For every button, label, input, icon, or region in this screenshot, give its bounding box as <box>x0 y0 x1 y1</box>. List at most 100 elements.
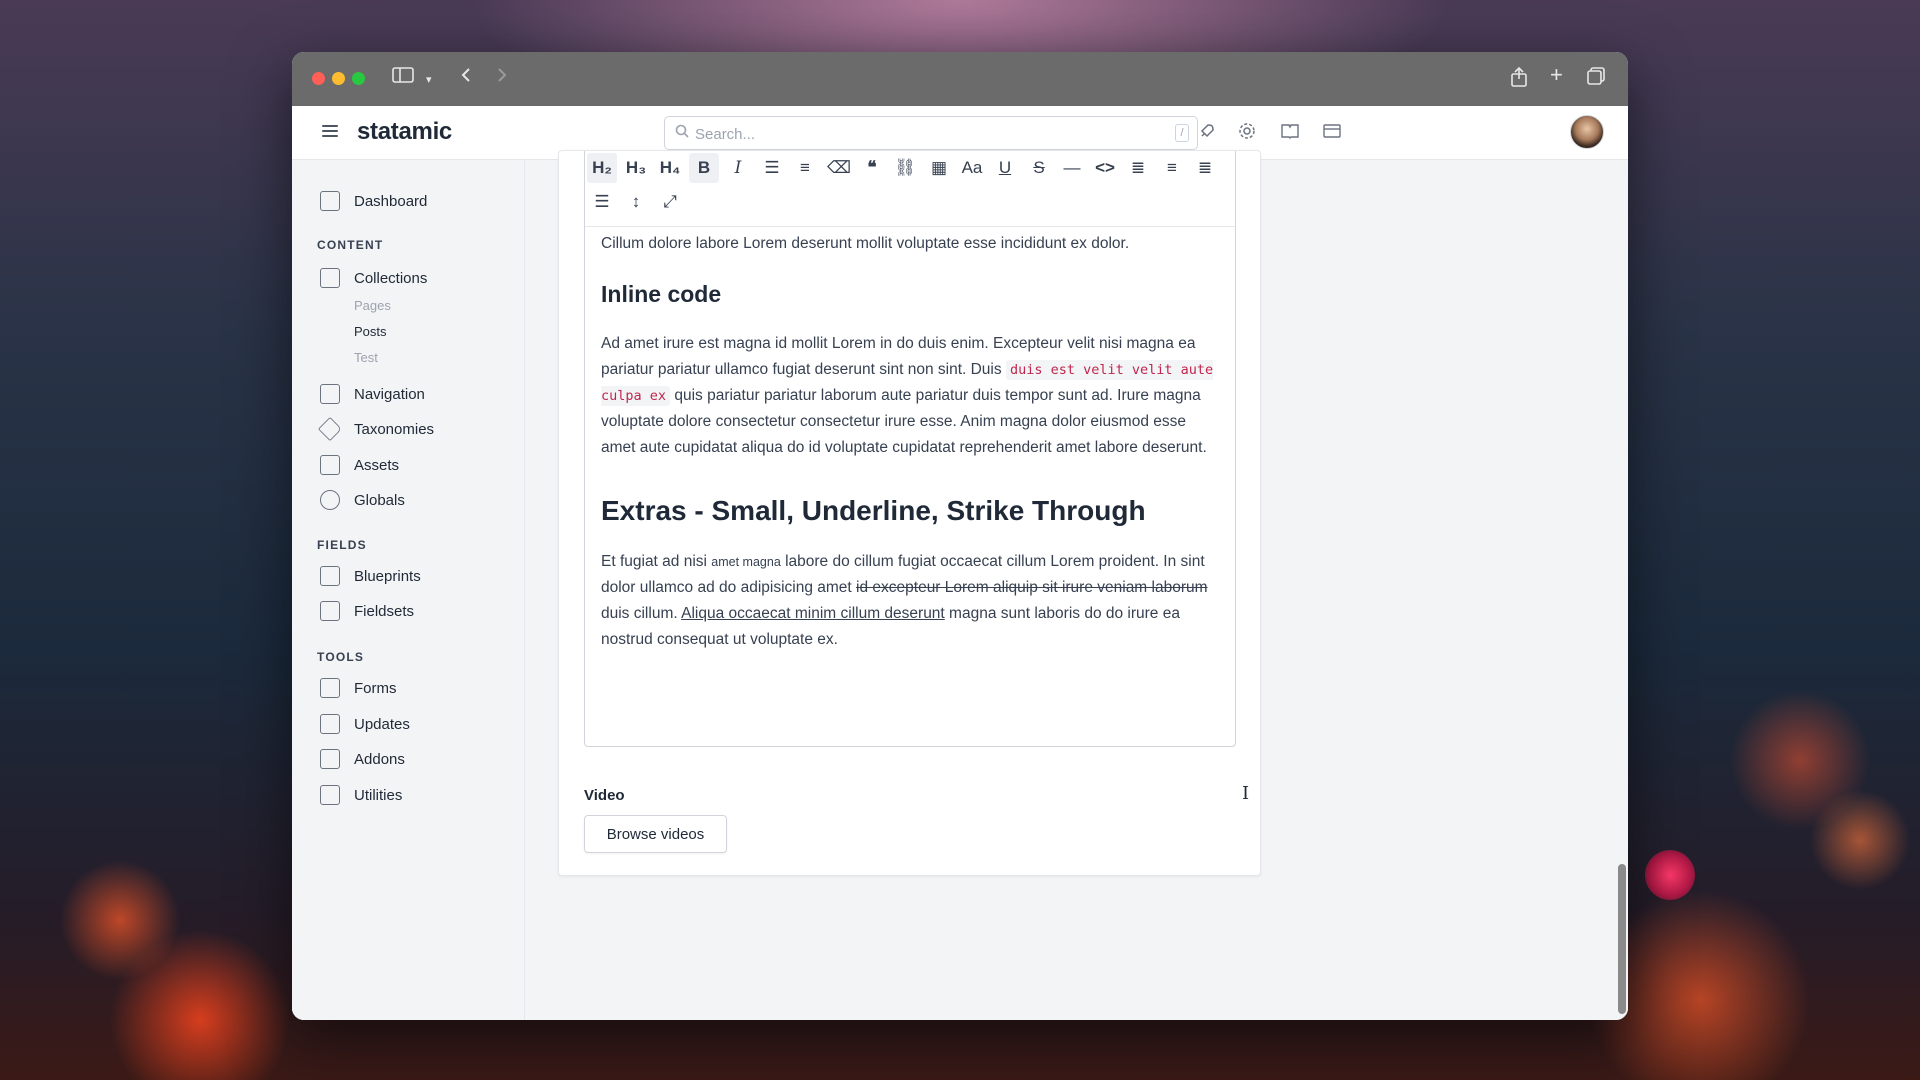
text-cursor-icon: I <box>1242 783 1250 804</box>
search-placeholder: Search... <box>695 126 756 143</box>
fullscreen-icon[interactable]: ⤢ <box>655 187 685 217</box>
sidebar-item-dashboard[interactable]: Dashboard <box>320 190 427 212</box>
line-height-icon[interactable]: ↕ <box>621 187 651 217</box>
paragraph-inline-code: Ad amet irure est magna id mollit Lorem … <box>601 331 1215 461</box>
section-fields-label: FIELDS <box>317 538 367 552</box>
sidebar-item-globals[interactable]: Globals <box>320 489 405 511</box>
sidebar-item-label: Fieldsets <box>354 602 415 620</box>
share-icon[interactable] <box>1510 66 1528 94</box>
underline-icon[interactable]: U <box>990 153 1020 183</box>
main-content: H₂ H₃ H₄ B I ☰ ≡ ⌫ ❝ ⛓ ▦ Aa U S — <> ≣ ≡… <box>526 150 1628 1020</box>
paragraph-text: duis cillum. <box>601 605 682 622</box>
editor-toolbar: H₂ H₃ H₄ B I ☰ ≡ ⌫ ❝ ⛓ ▦ Aa U S — <> ≣ ≡… <box>585 151 1235 227</box>
close-window-button[interactable] <box>312 72 325 85</box>
browse-videos-button[interactable]: Browse videos <box>584 815 727 853</box>
sidebar-item-label: Navigation <box>354 385 425 403</box>
menu-icon[interactable] <box>322 122 338 140</box>
utilities-icon <box>320 785 340 805</box>
sidebar-item-label: Blueprints <box>354 567 421 585</box>
logo[interactable]: statamic <box>357 118 452 146</box>
sidebar-item-assets[interactable]: Assets <box>320 454 399 476</box>
strikethrough-text: id excepteur Lorem aliquip sit irure ven… <box>856 579 1208 596</box>
align-right-icon[interactable]: ≣ <box>1190 153 1220 183</box>
quote-icon[interactable]: ❝ <box>857 153 887 183</box>
sidebar-item-fieldsets[interactable]: Fieldsets <box>320 600 414 622</box>
sidebar-item-addons[interactable]: Addons <box>320 748 405 770</box>
bullet-list-icon[interactable]: ☰ <box>757 153 787 183</box>
sidebar-icon[interactable] <box>392 66 414 90</box>
addons-icon <box>320 749 340 769</box>
ordered-list-icon[interactable]: ≡ <box>790 153 820 183</box>
horizontal-rule-icon[interactable]: — <box>1057 153 1087 183</box>
background-flower <box>1645 850 1695 900</box>
sidebar-item-taxonomies[interactable]: Taxonomies <box>317 416 434 442</box>
navigation-icon <box>320 384 340 404</box>
sidebar-item-navigation[interactable]: Navigation <box>320 383 425 405</box>
tabs-overview-icon[interactable] <box>1586 66 1606 92</box>
app-body: Dashboard CONTENT Collections Pages Post… <box>292 150 1628 1020</box>
book-icon[interactable] <box>1280 122 1300 145</box>
sidebar-item-collections[interactable]: Collections <box>320 267 427 289</box>
sidebar-item-label: Updates <box>354 715 410 733</box>
heading-inline-code: Inline code <box>601 281 722 307</box>
chevron-right-icon[interactable] <box>496 66 508 90</box>
link-icon[interactable]: ⛓ <box>890 153 920 183</box>
align-justify-icon[interactable]: ☰ <box>587 187 617 217</box>
video-field-label: Video <box>584 787 625 804</box>
browser-titlebar: ▾ + <box>292 52 1628 106</box>
sidebar-item-label: Dashboard <box>354 192 428 210</box>
search-input[interactable]: Search... / <box>664 116 1198 150</box>
bard-editor[interactable]: H₂ H₃ H₄ B I ☰ ≡ ⌫ ❝ ⛓ ▦ Aa U S — <> ≣ ≡… <box>584 151 1236 747</box>
intro-paragraph: Cillum dolore labore Lorem deserunt moll… <box>601 235 1130 252</box>
sidebar-item-forms[interactable]: Forms <box>320 677 397 699</box>
gear-icon[interactable] <box>1238 122 1256 145</box>
form-icon <box>320 678 340 698</box>
sidebar-item-label: Collections <box>354 269 428 287</box>
heading-3-button[interactable]: H₃ <box>621 153 651 183</box>
sidebar-item-blueprints[interactable]: Blueprints <box>320 565 421 587</box>
sidebar-subitem-posts[interactable]: Posts <box>354 324 387 339</box>
editor-content[interactable]: Cillum dolore labore Lorem deserunt moll… <box>601 231 1215 653</box>
fieldset-icon <box>320 601 340 621</box>
align-left-icon[interactable]: ≣ <box>1123 153 1153 183</box>
chevron-down-icon[interactable]: ▾ <box>426 68 432 92</box>
plus-icon[interactable]: + <box>1550 63 1563 87</box>
chevron-left-icon[interactable] <box>460 66 472 90</box>
sidebar-item-label: Forms <box>354 679 397 697</box>
paragraph-text: quis pariatur pariatur laborum aute pari… <box>601 387 1207 456</box>
heading-4-button[interactable]: H₄ <box>655 153 685 183</box>
sidebar-item-updates[interactable]: Updates <box>320 713 410 735</box>
sidebar-item-label: Utilities <box>354 786 403 804</box>
italic-button[interactable]: I <box>723 153 753 183</box>
rocket-icon[interactable] <box>1198 122 1216 145</box>
page-scrollbar[interactable] <box>1618 864 1626 1014</box>
globe-icon <box>320 490 340 510</box>
paragraph-text: Et fugiat ad nisi <box>601 553 712 570</box>
sidebar-subitem-test[interactable]: Test <box>354 350 378 365</box>
code-icon[interactable]: <> <box>1090 153 1120 183</box>
dashboard-icon <box>320 191 340 211</box>
minimize-window-button[interactable] <box>332 72 345 85</box>
table-icon[interactable]: ▦ <box>924 153 954 183</box>
heading-extras: Extras - Small, Underline, Strike Throug… <box>601 495 1146 526</box>
eraser-icon[interactable]: ⌫ <box>824 153 854 183</box>
site-icon[interactable] <box>1322 122 1342 145</box>
blueprint-icon <box>320 566 340 586</box>
sidebar-subitem-pages[interactable]: Pages <box>354 298 391 313</box>
collections-icon <box>320 268 340 288</box>
zoom-window-button[interactable] <box>352 72 365 85</box>
heading-2-button[interactable]: H₂ <box>587 153 617 183</box>
bold-button[interactable]: B <box>689 153 719 183</box>
image-icon <box>320 455 340 475</box>
tag-icon <box>317 416 343 442</box>
paragraph-extras: Et fugiat ad nisi amet magna labore do c… <box>601 549 1215 653</box>
avatar[interactable] <box>1570 115 1604 149</box>
sidebar-item-utilities[interactable]: Utilities <box>320 784 402 806</box>
entry-card: H₂ H₃ H₄ B I ☰ ≡ ⌫ ❝ ⛓ ▦ Aa U S — <> ≣ ≡… <box>558 150 1261 876</box>
strikethrough-icon[interactable]: S <box>1024 153 1054 183</box>
browser-window: ▾ + statamic Search... / Dashboard CONTE… <box>292 52 1628 1020</box>
updates-icon <box>320 714 340 734</box>
align-center-icon[interactable]: ≡ <box>1157 153 1187 183</box>
sidebar-item-label: Addons <box>354 750 405 768</box>
font-size-icon[interactable]: Aa <box>957 153 987 183</box>
